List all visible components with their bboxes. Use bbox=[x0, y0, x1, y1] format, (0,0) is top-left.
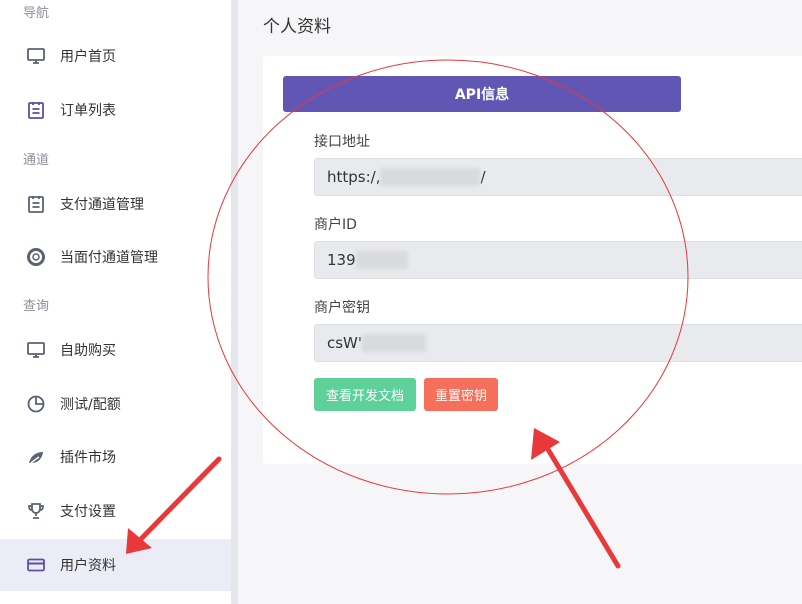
sidebar-item-plugin-market[interactable]: 插件市场 bbox=[0, 431, 238, 483]
sidebar-item-label: 用户首页 bbox=[60, 49, 116, 65]
api-url-label: 接口地址 bbox=[314, 134, 370, 150]
sidebar-item-label: 支付通道管理 bbox=[60, 197, 144, 213]
merchant-id-label: 商户ID bbox=[314, 217, 357, 233]
leaf-icon bbox=[26, 447, 46, 467]
page-title: 个人资料 bbox=[263, 17, 331, 37]
redacted-text bbox=[355, 251, 408, 269]
sidebar-item-self-purchase[interactable]: 自助购买 bbox=[0, 324, 238, 376]
clipboard-icon bbox=[26, 100, 46, 120]
api-url-field[interactable]: https:/, / bbox=[314, 158, 802, 196]
sidebar-item-label: 用户资料 bbox=[60, 558, 116, 574]
sidebar-item-label: 支付设置 bbox=[60, 504, 116, 520]
sidebar-scrollbar[interactable] bbox=[231, 0, 238, 604]
lifebuoy-icon bbox=[26, 247, 46, 267]
sidebar-item-test-quota[interactable]: 测试/配额 bbox=[0, 378, 238, 430]
redacted-text bbox=[380, 168, 481, 186]
redacted-text bbox=[362, 334, 427, 352]
clipboard-icon bbox=[26, 194, 46, 214]
monitor-icon bbox=[26, 340, 46, 360]
merchant-key-value: csW' bbox=[327, 334, 363, 352]
sidebar-item-label: 订单列表 bbox=[60, 103, 116, 119]
sidebar-item-payment-channels[interactable]: 支付通道管理 bbox=[0, 178, 238, 230]
api-url-value: https:/, bbox=[327, 168, 381, 186]
merchant-key-label: 商户密钥 bbox=[314, 300, 370, 316]
sidebar-item-f2f-channels[interactable]: 当面付通道管理 bbox=[0, 231, 238, 283]
sidebar-item-payment-settings[interactable]: 支付设置 bbox=[0, 485, 238, 537]
sidebar-item-label: 测试/配额 bbox=[60, 397, 121, 413]
credit-card-icon bbox=[26, 555, 46, 575]
merchant-key-field[interactable]: csW' bbox=[314, 324, 802, 362]
section-header-channels: 通道 bbox=[23, 153, 50, 168]
section-header-navigation: 导航 bbox=[23, 6, 50, 21]
merchant-id-field[interactable]: 139 bbox=[314, 241, 802, 279]
merchant-id-value: 139 bbox=[327, 251, 356, 269]
api-url-suffix: / bbox=[480, 168, 486, 186]
sidebar-item-home[interactable]: 用户首页 bbox=[0, 30, 238, 82]
monitor-icon bbox=[26, 46, 46, 66]
reset-key-button[interactable]: 重置密钥 bbox=[424, 378, 498, 411]
sidebar-item-label: 当面付通道管理 bbox=[60, 250, 158, 266]
api-info-button[interactable]: API信息 bbox=[283, 76, 681, 112]
view-docs-button[interactable]: 查看开发文档 bbox=[314, 378, 416, 411]
sidebar-item-user-profile[interactable]: 用户资料 bbox=[0, 539, 238, 591]
sidebar: 导航 用户首页 订单列表 通道 支付通道管理 当面付通道管理 查询 自助购买 测… bbox=[0, 0, 238, 604]
pie-chart-icon bbox=[26, 394, 46, 414]
sidebar-item-orders[interactable]: 订单列表 bbox=[0, 84, 238, 136]
sidebar-item-label: 自助购买 bbox=[60, 343, 116, 359]
sidebar-item-label: 插件市场 bbox=[60, 450, 116, 466]
trophy-icon bbox=[26, 501, 46, 521]
section-header-query: 查询 bbox=[23, 299, 50, 314]
